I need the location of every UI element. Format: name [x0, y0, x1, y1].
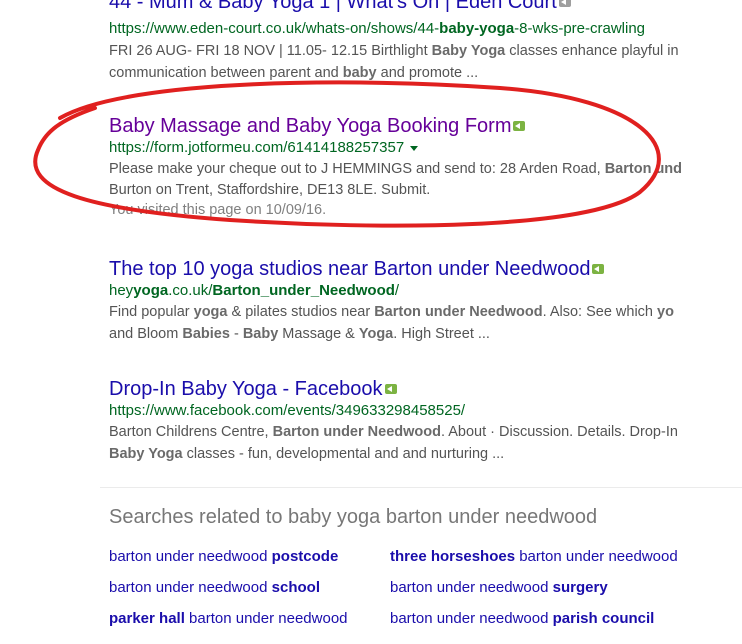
extension-icon: [384, 383, 397, 394]
result-title-link[interactable]: Drop-In Baby Yoga - Facebook: [109, 377, 678, 401]
visited-note: You visited this page on 10/09/16.: [109, 202, 327, 218]
result-snippet: Barton Childrens Centre, Barton under Ne…: [109, 424, 678, 440]
result-snippet: Baby Yoga classes - fun, developmental a…: [109, 446, 505, 462]
result-title[interactable]: 44 - Mum & Baby Yoga 1 | What's On | Ede…: [109, 0, 557, 13]
search-result: Drop-In Baby Yoga - Facebook https://www…: [109, 377, 678, 465]
result-snippet: Please make your cheque out to J HEMMING…: [109, 161, 683, 177]
result-title-link[interactable]: 44 - Mum & Baby Yoga 1 | What's On | Ede…: [109, 0, 571, 14]
related-search-link[interactable]: barton under needwood surgery: [390, 579, 608, 596]
result-url: https://form.jotformeu.com/6141418825735…: [109, 138, 682, 158]
search-result: 44 - Mum & Baby Yoga 1 | What's On | Ede…: [109, 0, 571, 14]
related-search-link[interactable]: barton under needwood postcode: [109, 548, 338, 565]
result-title-link[interactable]: The top 10 yoga studios near Barton unde…: [109, 257, 674, 281]
related-search-link[interactable]: parker hall barton under needwood: [109, 610, 348, 627]
result-snippet: and Bloom Babies - Baby Massage & Yoga. …: [109, 326, 490, 342]
result-snippet: Burton on Trent, Staffordshire, DE13 8LE…: [109, 182, 431, 198]
result-title[interactable]: Drop-In Baby Yoga - Facebook: [109, 378, 383, 400]
result-url: https://www.facebook.com/events/34963329…: [109, 402, 466, 419]
result-snippet: FRI 26 AUG- FRI 18 NOV | 11.05- 12.15 Bi…: [109, 43, 679, 59]
section-divider: [100, 487, 742, 488]
related-search-link[interactable]: barton under needwood school: [109, 579, 320, 596]
result-snippet: communication between parent and baby an…: [109, 65, 479, 81]
result-title-link[interactable]: Baby Massage and Baby Yoga Booking Form: [109, 114, 682, 138]
result-url: heyyoga.co.uk/Barton_under_Needwood/: [109, 282, 400, 299]
related-search-link[interactable]: barton under needwood parish council: [390, 610, 654, 627]
result-snippet: Find popular yoga & pilates studios near…: [109, 304, 674, 320]
result-title[interactable]: The top 10 yoga studios near Barton unde…: [109, 258, 590, 280]
result-title[interactable]: Baby Massage and Baby Yoga Booking Form: [109, 115, 511, 137]
related-searches-heading: Searches related to baby yoga barton und…: [109, 506, 598, 528]
dropdown-caret-icon[interactable]: [410, 145, 419, 151]
extension-icon: [592, 263, 605, 274]
result-url: https://www.eden-court.co.uk/whats-on/sh…: [109, 20, 646, 37]
extension-icon: [558, 0, 571, 7]
search-result: The top 10 yoga studios near Barton unde…: [109, 257, 674, 345]
search-result: Baby Massage and Baby Yoga Booking Form …: [109, 114, 682, 220]
related-search-link[interactable]: three horseshoes barton under needwood: [390, 548, 678, 565]
extension-icon: [513, 120, 526, 131]
